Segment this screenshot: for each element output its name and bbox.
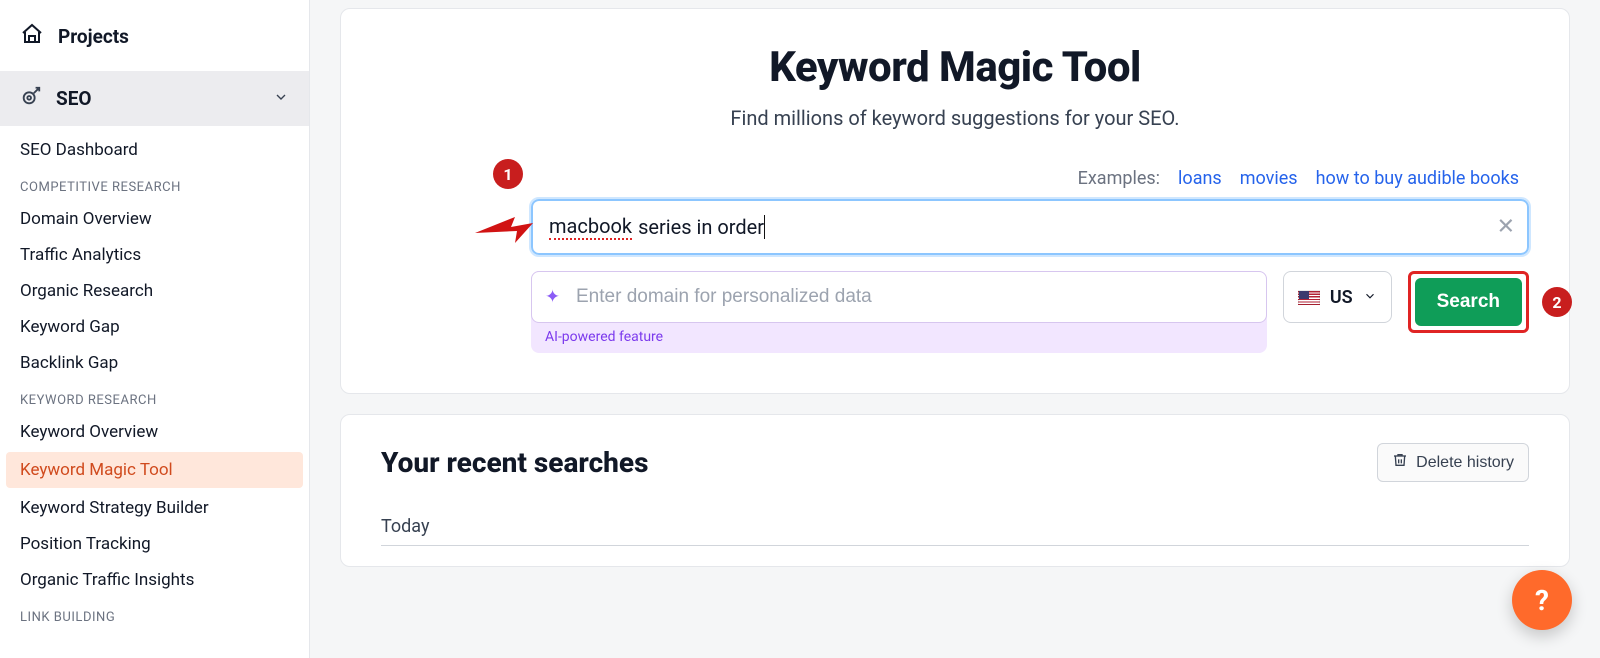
nav-keyword-overview[interactable]: Keyword Overview [0,414,309,450]
keyword-input-wrap: macbook series in order ✕ 1 [531,199,1529,255]
flag-us-icon [1298,290,1320,305]
text-cursor [764,215,765,239]
page-title: Keyword Magic Tool [381,43,1529,92]
secondary-row: ✦ AI-powered feature US Search [531,271,1529,353]
search-button[interactable]: Search [1415,278,1522,326]
example-link-2[interactable]: movies [1240,168,1298,189]
chevron-down-icon [273,89,289,109]
nav-organic-research[interactable]: Organic Research [0,273,309,309]
nav-domain-overview[interactable]: Domain Overview [0,201,309,237]
projects-nav[interactable]: Projects [0,10,309,65]
help-fab[interactable]: ? [1512,570,1572,630]
sidebar: Projects SEO SEO Dashboard COMPETITIVE R… [0,0,310,658]
nav-keyword-strategy[interactable]: Keyword Strategy Builder [0,490,309,526]
keyword-card: Keyword Magic Tool Find millions of keyw… [340,8,1570,394]
section-competitive: COMPETITIVE RESEARCH [0,168,309,201]
sparkle-icon: ✦ [545,287,560,308]
annotation-arrow-icon [471,209,535,253]
nav-traffic-analytics[interactable]: Traffic Analytics [0,237,309,273]
home-icon [20,22,44,51]
recent-title: Your recent searches [381,446,648,479]
divider [381,545,1529,546]
section-keyword: KEYWORD RESEARCH [0,381,309,414]
examples-hint: Examples: [1078,168,1160,189]
annotation-badge-2: 2 [1542,287,1572,317]
nav-keyword-magic-tool[interactable]: Keyword Magic Tool [6,452,303,488]
delete-history-button[interactable]: Delete history [1377,443,1529,482]
nav-backlink-gap[interactable]: Backlink Gap [0,345,309,381]
country-code: US [1330,287,1353,308]
page-subtitle: Find millions of keyword suggestions for… [381,106,1529,130]
domain-input[interactable] [531,271,1267,323]
example-link-3[interactable]: how to buy audible books [1316,168,1519,189]
nav-seo-dashboard[interactable]: SEO Dashboard [0,132,309,168]
keyword-rest: series in order [638,215,764,239]
nav-position-tracking[interactable]: Position Tracking [0,526,309,562]
main-content: Keyword Magic Tool Find millions of keyw… [310,0,1600,658]
example-link-1[interactable]: loans [1178,168,1222,189]
country-select[interactable]: US [1283,271,1392,323]
recent-card: Your recent searches Delete history Toda… [340,414,1570,567]
clear-icon[interactable]: ✕ [1497,215,1515,240]
seo-group-toggle[interactable]: SEO [0,71,309,126]
seo-group-label: SEO [56,87,259,110]
keyword-input[interactable]: macbook series in order [531,199,1529,255]
trash-icon [1392,452,1408,473]
recent-today-heading: Today [381,516,1529,537]
ai-note: AI-powered feature [531,323,1267,345]
target-icon [20,85,42,112]
nav-keyword-gap[interactable]: Keyword Gap [0,309,309,345]
domain-wrap: ✦ AI-powered feature [531,271,1267,353]
search-highlight: Search 2 [1408,271,1529,333]
keyword-first-word: macbook [549,214,632,240]
projects-label: Projects [58,25,289,48]
question-icon: ? [1535,584,1549,617]
nav-organic-traffic[interactable]: Organic Traffic Insights [0,562,309,598]
examples-row: Examples: loans movies how to buy audibl… [381,168,1529,189]
chevron-down-icon [1363,287,1377,308]
delete-history-label: Delete history [1416,454,1514,472]
section-link-building: LINK BUILDING [0,598,309,631]
